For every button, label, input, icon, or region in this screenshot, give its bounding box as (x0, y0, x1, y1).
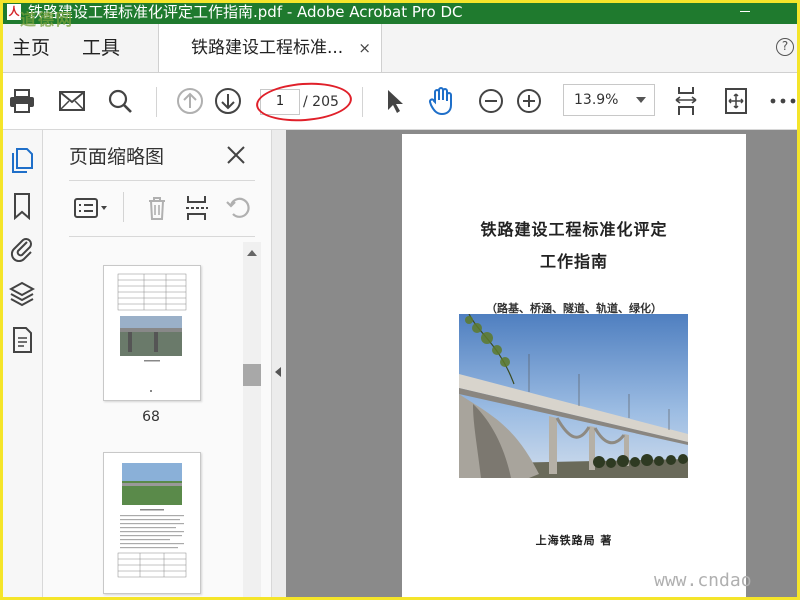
email-icon[interactable] (54, 73, 90, 129)
thumbnail-options-icon[interactable] (73, 194, 111, 222)
more-options-icon[interactable] (768, 73, 798, 129)
layers-icon[interactable] (8, 280, 36, 307)
document-tab-label: 铁路建设工程标准... (191, 38, 344, 58)
menu-home[interactable]: 主页 (12, 24, 50, 72)
panel-divider (69, 180, 255, 181)
page-thumbnails-icon[interactable] (9, 146, 35, 173)
print-icon[interactable] (4, 73, 40, 129)
thumbnail-page-number: 68 (142, 409, 160, 425)
navigation-rail (0, 130, 43, 600)
bookmarks-icon[interactable] (9, 192, 35, 221)
title-bar: 人 铁路建设工程标准化评定工作指南.pdf - Adobe Acrobat Pr… (0, 0, 800, 24)
page-thumbnail[interactable] (103, 265, 201, 401)
chevron-up-icon[interactable] (247, 250, 257, 256)
rotate-page-icon[interactable] (225, 194, 255, 222)
panel-divider (69, 236, 255, 237)
watermark-logo: 道德网 (20, 10, 75, 29)
tab-close-icon[interactable]: × (358, 24, 371, 72)
close-icon[interactable] (225, 144, 247, 166)
panel-separator (123, 192, 124, 222)
fit-page-icon[interactable] (668, 73, 704, 129)
document-title-line1: 铁路建设工程标准化评定 (480, 220, 668, 239)
menu-tools[interactable]: 工具 (82, 24, 120, 72)
zoom-out-icon[interactable] (474, 73, 508, 129)
previous-page-icon[interactable] (172, 73, 208, 129)
attachments-icon[interactable] (9, 234, 35, 263)
document-publisher: 上海铁路局 著 (535, 534, 613, 547)
document-tab[interactable]: 铁路建设工程标准... × (158, 24, 382, 72)
select-cursor-icon[interactable] (376, 73, 412, 129)
toolbar-separator (362, 87, 363, 117)
search-icon[interactable] (102, 73, 138, 129)
chevron-left-icon (275, 367, 281, 377)
bridge-photo (459, 314, 688, 478)
delete-page-icon[interactable] (143, 194, 173, 222)
insert-page-icon[interactable] (183, 194, 213, 222)
zoom-select[interactable]: 13.9% (563, 84, 655, 116)
full-screen-icon[interactable] (718, 73, 754, 129)
panel-title: 页面缩略图 (69, 146, 165, 168)
scrollbar-thumb[interactable] (243, 364, 261, 386)
zoom-in-icon[interactable] (512, 73, 546, 129)
panel-scrollbar[interactable] (243, 242, 261, 600)
panel-collapse-handle[interactable] (271, 130, 287, 600)
next-page-icon[interactable] (210, 73, 246, 129)
hand-tool-icon[interactable] (424, 73, 460, 129)
document-properties-icon[interactable] (9, 326, 35, 353)
help-icon[interactable]: ? (776, 38, 794, 56)
window-title: 铁路建设工程标准化评定工作指南.pdf - Adobe Acrobat Pro … (28, 3, 463, 21)
menu-row: 主页 工具 铁路建设工程标准... × ? (0, 24, 800, 73)
pdf-page: 铁路建设工程标准化评定 工作指南 （路基、桥涵、隧道、轨道、绿化） 上海铁路局 … (402, 134, 746, 600)
chevron-down-icon (636, 97, 646, 103)
document-title-line2: 工作指南 (539, 252, 608, 271)
page-number-highlight-annotation (254, 79, 354, 125)
document-view[interactable]: 铁路建设工程标准化评定 工作指南 （路基、桥涵、隧道、轨道、绿化） 上海铁路局 … (286, 130, 800, 600)
page-thumbnail[interactable] (103, 452, 201, 594)
toolbar: 1 / 205 (0, 73, 800, 130)
watermark-text: www.cndao (654, 570, 752, 591)
thumbnails-panel: 页面缩略图 68 (43, 130, 271, 600)
toolbar-separator (156, 87, 157, 117)
minimize-icon[interactable] (740, 11, 750, 12)
zoom-value: 13.9% (574, 92, 619, 108)
acrobat-app-icon: 人 (7, 4, 21, 20)
